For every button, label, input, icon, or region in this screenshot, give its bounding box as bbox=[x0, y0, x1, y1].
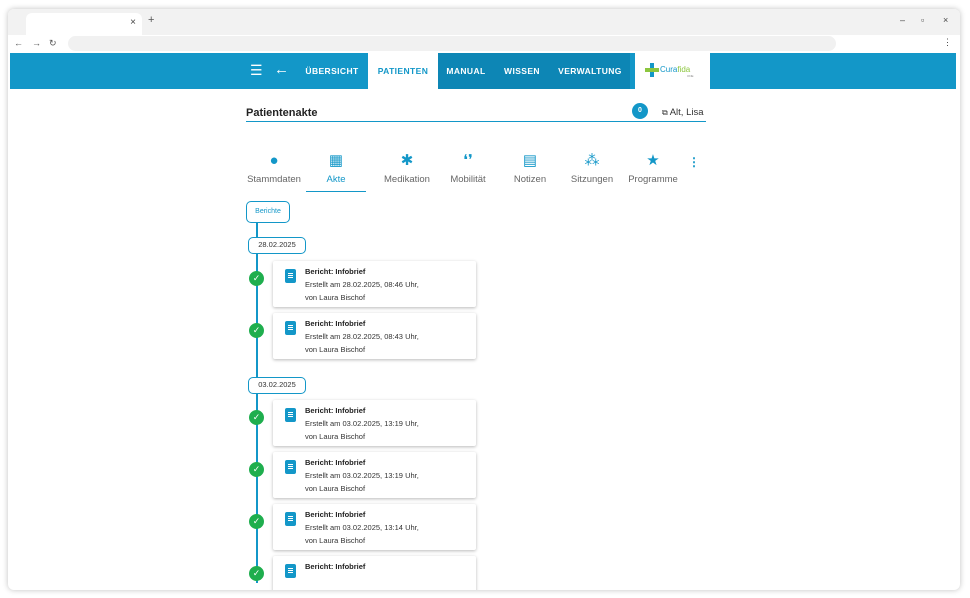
forward-icon[interactable]: → bbox=[32, 38, 41, 48]
card-title: Bericht: Infobrief bbox=[305, 319, 366, 328]
window-close-icon[interactable]: × bbox=[943, 15, 948, 25]
logo-cross-icon bbox=[645, 63, 659, 77]
back-icon[interactable]: ← bbox=[14, 38, 23, 48]
title-divider bbox=[246, 121, 706, 122]
report-card[interactable]: Bericht: Infobrief Erstellt am 03.02.202… bbox=[273, 452, 476, 498]
document-icon bbox=[285, 460, 296, 474]
address-bar-row: ← → ↻ ⋮ bbox=[8, 35, 960, 53]
check-icon: ✓ bbox=[249, 514, 264, 529]
tab-medikation[interactable]: ✱ Medikation bbox=[377, 152, 437, 192]
date-chip: 03.02.2025 bbox=[248, 377, 306, 394]
nav-wissen[interactable]: WISSEN bbox=[494, 53, 550, 89]
tab-strip: × + – ▫ × bbox=[8, 9, 960, 35]
check-icon: ✓ bbox=[249, 566, 264, 581]
more-vert-icon[interactable]: ⋮ bbox=[688, 155, 700, 169]
minimize-icon[interactable]: – bbox=[900, 15, 905, 25]
page-title: Patientenakte bbox=[246, 107, 318, 119]
check-icon: ✓ bbox=[249, 410, 264, 425]
document-icon bbox=[285, 564, 296, 578]
nav-verwaltung[interactable]: VERWALTUNG bbox=[550, 53, 630, 89]
hamburger-menu-icon[interactable]: ☰ bbox=[250, 63, 263, 77]
card-meta: Erstellt am 03.02.2025, 13:19 Uhr, von La… bbox=[305, 419, 419, 441]
tab-label: Sitzungen bbox=[570, 174, 614, 185]
group-icon: ⁂ bbox=[584, 152, 600, 169]
logo-text: Curafida bbox=[660, 65, 691, 74]
document-icon bbox=[285, 321, 296, 335]
new-tab-icon[interactable]: + bbox=[148, 14, 154, 26]
tab-akte[interactable]: ▦ Akte bbox=[306, 152, 366, 192]
tab-label: Medikation bbox=[384, 174, 430, 185]
report-card[interactable]: Bericht: Infobrief Erstellt am 28.02.202… bbox=[273, 313, 476, 359]
check-icon: ✓ bbox=[249, 323, 264, 338]
calendar-icon: ▦ bbox=[328, 152, 344, 169]
tab-notizen[interactable]: ▤ Notizen bbox=[500, 152, 560, 192]
tab-sitzungen[interactable]: ⁂ Sitzungen bbox=[562, 152, 622, 192]
patient-name: Alt, Lisa bbox=[669, 107, 704, 118]
reload-icon[interactable]: ↻ bbox=[49, 38, 57, 49]
document-icon bbox=[285, 512, 296, 526]
report-card[interactable]: Bericht: Infobrief Erstellt am 28.02.202… bbox=[273, 261, 476, 307]
browser-window: × + – ▫ × ← → ↻ ⋮ ☰ ← ÜBERSICHT PATIENTE… bbox=[8, 9, 960, 590]
card-title: Bericht: Infobrief bbox=[305, 510, 366, 519]
tab-mobilitaet[interactable]: ❛❜ Mobilität bbox=[438, 152, 498, 192]
nav-manual[interactable]: MANUAL bbox=[438, 53, 494, 89]
footprints-icon: ❛❜ bbox=[463, 152, 473, 169]
document-icon bbox=[285, 408, 296, 422]
logo-subtext: ONE bbox=[687, 74, 694, 78]
card-title: Bericht: Infobrief bbox=[305, 562, 366, 571]
browser-menu-icon[interactable]: ⋮ bbox=[943, 37, 952, 48]
curafida-logo[interactable]: Curafida ONE bbox=[635, 53, 710, 89]
tab-close-icon[interactable]: × bbox=[130, 17, 136, 28]
url-input[interactable] bbox=[68, 36, 836, 51]
filter-chip-berichte[interactable]: Berichte bbox=[246, 201, 290, 223]
card-meta: Erstellt am 28.02.2025, 08:43 Uhr, von La… bbox=[305, 332, 419, 354]
star-icon: ★ bbox=[646, 152, 660, 169]
tab-label: Mobilität bbox=[450, 174, 486, 185]
person-icon: ● bbox=[269, 152, 279, 169]
report-card[interactable]: Bericht: Infobrief Erstellt am 03.02.202… bbox=[273, 400, 476, 446]
report-card[interactable]: Bericht: Infobrief bbox=[273, 556, 476, 590]
document-icon bbox=[285, 269, 296, 283]
tab-stammdaten[interactable]: ● Stammdaten bbox=[244, 152, 304, 192]
restore-icon[interactable]: ▫ bbox=[921, 15, 924, 25]
tab-label: Programme bbox=[628, 174, 678, 185]
check-icon: ✓ bbox=[249, 462, 264, 477]
nav-uebersicht[interactable]: ÜBERSICHT bbox=[300, 53, 364, 89]
patient-link[interactable]: ⧉ Alt, Lisa bbox=[662, 107, 704, 118]
arrow-back-icon[interactable]: ← bbox=[274, 61, 289, 78]
card-title: Bericht: Infobrief bbox=[305, 406, 366, 415]
asterisk-icon: ✱ bbox=[400, 152, 414, 169]
nav-patienten[interactable]: PATIENTEN bbox=[368, 53, 438, 89]
card-meta: Erstellt am 03.02.2025, 13:19 Uhr, von La… bbox=[305, 471, 419, 493]
notification-badge[interactable]: 0 bbox=[632, 103, 648, 119]
browser-tab[interactable]: × bbox=[26, 13, 142, 35]
note-icon: ▤ bbox=[522, 152, 538, 169]
card-title: Bericht: Infobrief bbox=[305, 458, 366, 467]
date-chip: 28.02.2025 bbox=[248, 237, 306, 254]
card-meta: Erstellt am 28.02.2025, 08:46 Uhr, von La… bbox=[305, 280, 419, 302]
card-title: Bericht: Infobrief bbox=[305, 267, 366, 276]
tab-label: Akte bbox=[326, 174, 346, 185]
card-meta: Erstellt am 03.02.2025, 13:14 Uhr, von La… bbox=[305, 523, 419, 545]
check-icon: ✓ bbox=[249, 271, 264, 286]
app-header: ☰ ← ÜBERSICHT PATIENTEN MANUAL WISSEN VE… bbox=[10, 53, 956, 89]
tab-programme[interactable]: ★ Programme bbox=[623, 152, 683, 192]
external-link-icon: ⧉ bbox=[662, 108, 668, 117]
report-card[interactable]: Bericht: Infobrief Erstellt am 03.02.202… bbox=[273, 504, 476, 550]
tab-label: Notizen bbox=[513, 174, 547, 185]
tab-label: Stammdaten bbox=[247, 174, 301, 185]
